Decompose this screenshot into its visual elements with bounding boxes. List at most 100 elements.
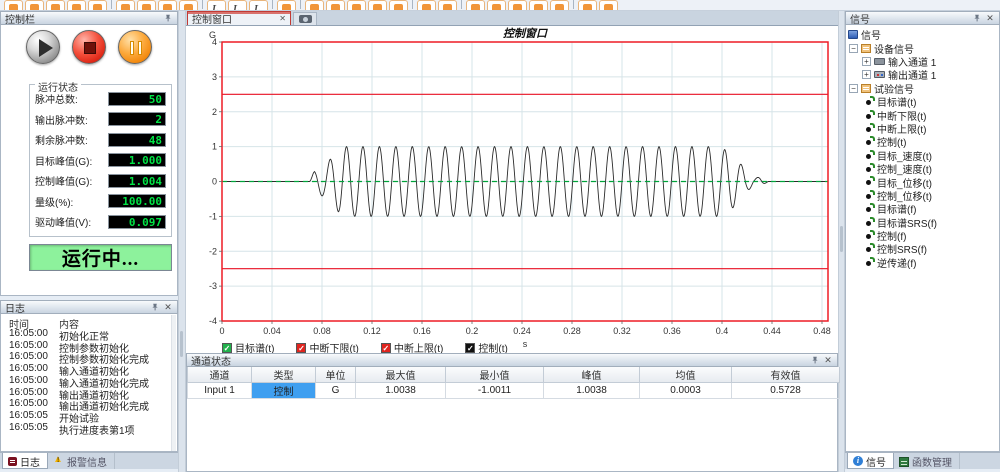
play-button[interactable] [26,30,60,64]
pin-icon[interactable] [810,355,820,365]
toolbar-button-zoom-out[interactable] [550,0,569,11]
channel-col-header[interactable]: 有效值 [732,367,840,383]
right-splitter[interactable] [838,11,845,472]
channel-cell[interactable]: 控制 [252,383,316,399]
pin-icon[interactable] [163,13,173,23]
toolbar-button-chart-view[interactable] [368,0,387,11]
channel-cell[interactable]: 1.0038 [544,383,640,399]
toolbar-button-cursor-L3[interactable]: L [249,0,268,11]
toolbar-button-link-add[interactable] [417,0,436,11]
tab-信号[interactable]: i信号 [847,453,894,469]
stop-button[interactable] [72,30,106,64]
legend-checkbox[interactable]: ✓ [381,343,391,353]
toolbar-button-pie-chart[interactable] [158,0,177,11]
toolbar-button-clock[interactable] [179,0,198,11]
tree-item-试验信号[interactable]: −试验信号 [846,82,999,95]
tree-item-中断上限(t)[interactable]: 中断上限(t) [846,122,999,135]
undo-icon [583,4,592,11]
toolbar-button-copy[interactable] [88,0,107,11]
channel-cell[interactable]: 1.0038 [356,383,446,399]
close-icon[interactable]: ✕ [163,302,173,312]
toolbar-button-layout-horizontal[interactable] [466,0,485,11]
close-icon[interactable]: ✕ [823,355,833,365]
tree-item-中断下限(t)[interactable]: 中断下限(t) [846,108,999,121]
tree-item-输出通道 1[interactable]: +输出通道 1 [846,68,999,81]
tree-item-控制(t)[interactable]: 控制(t) [846,135,999,148]
channel-col-header[interactable]: 类型 [252,367,316,383]
toolbar-button-grid-edit[interactable] [326,0,345,11]
tab-snapshot[interactable] [293,12,317,25]
tab-函数管理[interactable]: 函数管理 [894,453,960,469]
collapse-icon[interactable]: − [849,84,858,93]
tree-item-控制SRS(f)[interactable]: 控制SRS(f) [846,242,999,255]
toolbar-button-zoom-in[interactable] [529,0,548,11]
pin-icon[interactable] [150,302,160,312]
channel-col-header[interactable]: 最大值 [356,367,446,383]
tree-item-目标_速度(t)[interactable]: 目标_速度(t) [846,149,999,162]
status-row: 剩余脉冲数:48 [35,133,166,147]
toolbar-button-save-all[interactable] [25,0,44,11]
channel-cell[interactable]: -1.0011 [446,383,544,399]
channel-col-header[interactable]: 均值 [640,367,732,383]
legend-checkbox[interactable]: ✓ [296,343,306,353]
legend-checkbox[interactable]: ✓ [465,343,475,353]
tree-item-输入通道 1[interactable]: +输入通道 1 [846,55,999,68]
channel-col-header[interactable]: 最小值 [446,367,544,383]
left-splitter[interactable] [178,11,186,472]
channel-col-header[interactable]: 峰值 [544,367,640,383]
toolbar-button-chart-edit[interactable] [389,0,408,11]
log-tabbar: 日志报警信息 [0,452,178,469]
toolbar-button-new[interactable] [46,0,65,11]
tree-item-目标谱(f)[interactable]: 目标谱(f) [846,202,999,215]
control-window-chart[interactable]: 00.040.080.120.160.20.240.280.320.360.40… [186,26,838,353]
channel-row[interactable]: Input 1控制G1.0038-1.00111.00380.00030.572… [188,383,840,399]
tree-item-目标_位移(t)[interactable]: 目标_位移(t) [846,175,999,188]
tree-item-目标谱(t)[interactable]: 目标谱(t) [846,95,999,108]
tab-报警信息[interactable]: 报警信息 [48,453,115,469]
channel-cell[interactable]: Input 1 [188,383,252,399]
tree-item-逆传递(f)[interactable]: 逆传递(f) [846,256,999,269]
toolbar-button-layout-grid[interactable] [508,0,527,11]
tab-control-window[interactable]: 控制窗口 ✕ [187,11,291,25]
toolbar-button-cursor-L2[interactable]: L [228,0,247,11]
pause-button[interactable] [118,30,152,64]
tab-close-icon[interactable]: ✕ [279,14,286,23]
toolbar-button-link-remove[interactable] [438,0,457,11]
tree-item-控制(f)[interactable]: 控制(f) [846,229,999,242]
toolbar-button-signal-wave[interactable] [277,0,296,11]
channel-col-header[interactable]: 单位 [316,367,356,383]
toolbar-button-save-as[interactable] [67,0,86,11]
tab-日志[interactable]: 日志 [2,453,48,469]
tree-item-控制_位移(t)[interactable]: 控制_位移(t) [846,189,999,202]
collapse-icon[interactable]: − [849,44,858,53]
channel-col-header[interactable]: 通道 [188,367,252,383]
channel-cell[interactable]: 0.0003 [640,383,732,399]
status-row: 量级(%):100.00 [35,194,166,208]
toolbar-button-flag[interactable] [137,0,156,11]
channel-cell[interactable]: G [316,383,356,399]
tree-item-目标谱SRS(f)[interactable]: 目标谱SRS(f) [846,215,999,228]
tree-item-信号[interactable]: 信号 [846,28,999,41]
signal-title: 信号 [850,11,969,26]
toolbar-button-cursor-L1[interactable]: L [207,0,226,11]
toolbar-button-print[interactable] [116,0,135,11]
svg-text:0.36: 0.36 [663,326,681,336]
close-icon[interactable]: ✕ [985,13,995,23]
status-label: 量级(%): [35,194,73,209]
log-scrollbar[interactable] [171,315,176,451]
legend-checkbox[interactable]: ✓ [222,343,232,353]
toolbar-button-grid-view[interactable] [305,0,324,11]
toolbar-button-undo[interactable] [578,0,597,11]
toolbar-button-layout-vertical[interactable] [487,0,506,11]
tree-item-控制_速度(t)[interactable]: 控制_速度(t) [846,162,999,175]
toolbar-button-save[interactable] [4,0,23,11]
toolbar-button-close[interactable] [599,0,618,11]
signal-icon [865,150,874,161]
tree-item-设备信号[interactable]: −设备信号 [846,41,999,54]
expand-icon[interactable]: + [862,57,871,66]
expand-icon[interactable]: + [862,70,871,79]
pin-icon[interactable] [972,13,982,23]
chart-plot[interactable]: 00.040.080.120.160.20.240.280.320.360.40… [186,26,838,353]
toolbar-button-grid-cells[interactable] [347,0,366,11]
channel-cell[interactable]: 0.5728 [732,383,840,399]
